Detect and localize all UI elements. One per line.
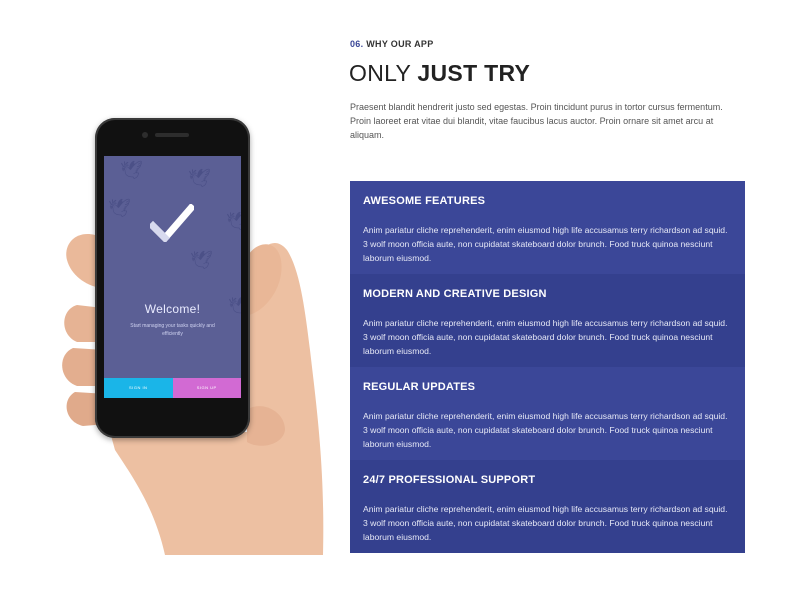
bird-icon: 🕊︎ (226, 211, 241, 231)
checkmark-icon (150, 204, 194, 242)
feature-item: 24/7 PROFESSIONAL SUPPORT Anim pariatur … (350, 460, 745, 553)
bird-icon: 🕊︎ (188, 168, 211, 188)
bird-icon: 🕊︎ (108, 198, 131, 218)
section-eyebrow-label: WHY OUR APP (366, 39, 434, 49)
auth-buttons: SIGN IN SIGN UP (104, 378, 241, 398)
bird-icon: 🕊︎ (120, 160, 143, 180)
feature-text: Anim pariatur cliche reprehenderit, enim… (363, 411, 728, 449)
feature-title: REGULAR UPDATES (363, 381, 476, 393)
feature-title: AWESOME FEATURES (363, 195, 486, 207)
smartphone: 🕊︎ 🕊︎ 🕊︎ 🕊︎ 🕊︎ 🕊︎ Welcome! Start managin… (95, 118, 250, 438)
sign-in-button[interactable]: SIGN IN (104, 378, 173, 398)
feature-title: 24/7 PROFESSIONAL SUPPORT (363, 474, 536, 486)
feature-title: MODERN AND CREATIVE DESIGN (363, 288, 547, 300)
feature-list: AWESOME FEATURES Anim pariatur cliche re… (350, 181, 745, 553)
feature-text: Anim pariatur cliche reprehenderit, enim… (363, 504, 728, 542)
feature-item: MODERN AND CREATIVE DESIGN Anim pariatur… (350, 274, 745, 367)
bird-icon: 🕊︎ (190, 250, 213, 270)
feature-text: Anim pariatur cliche reprehenderit, enim… (363, 225, 728, 263)
section-title: ONLY JUST TRY (349, 60, 530, 87)
welcome-subtitle: Start managing your tasks quickly and ef… (130, 323, 215, 337)
section-intro: Praesent blandit hendrerit justo sed ege… (350, 102, 723, 140)
title-light: ONLY (349, 60, 411, 86)
feature-item: AWESOME FEATURES Anim pariatur cliche re… (350, 181, 745, 274)
welcome-heading: Welcome! (144, 302, 201, 316)
speaker-grille (155, 133, 189, 137)
title-bold: JUST TRY (417, 60, 531, 86)
hero-phone-illustration: 🕊︎ 🕊︎ 🕊︎ 🕊︎ 🕊︎ 🕊︎ Welcome! Start managin… (55, 110, 330, 555)
section-eyebrow: 06. WHY OUR APP (350, 39, 434, 49)
feature-item: REGULAR UPDATES Anim pariatur cliche rep… (350, 367, 745, 460)
section-number: 06. (350, 39, 364, 49)
phone-screen: 🕊︎ 🕊︎ 🕊︎ 🕊︎ 🕊︎ 🕊︎ Welcome! Start managin… (104, 156, 241, 398)
camera-icon (142, 132, 148, 138)
feature-text: Anim pariatur cliche reprehenderit, enim… (363, 318, 728, 356)
sign-up-button[interactable]: SIGN UP (172, 378, 241, 398)
